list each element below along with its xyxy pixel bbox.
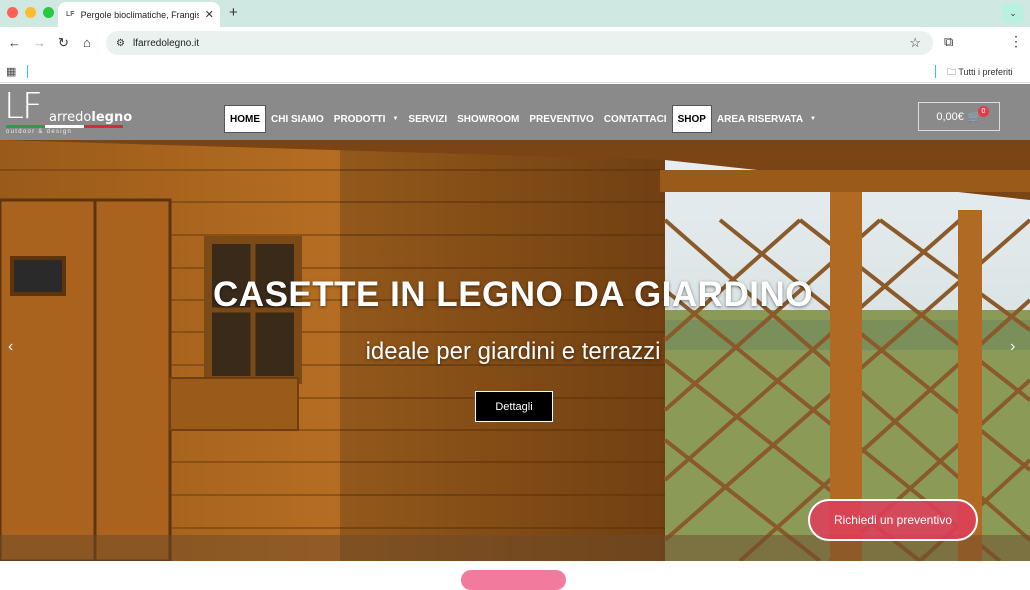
menu-item-home[interactable]: HOME [224, 105, 266, 133]
more-icon[interactable]: ⋮ [1009, 33, 1023, 50]
main-menu: HOME CHI SIAMO PRODOTTI ▼ SERVIZI SHOWROO… [224, 105, 821, 133]
tab-search-button[interactable]: ⌄ [1002, 3, 1024, 23]
bookmarks-bar: ▦ 🗀 Tutti i preferiti [0, 60, 1030, 83]
back-icon[interactable]: ← [8, 35, 21, 50]
star-icon[interactable]: ☆ [909, 35, 921, 51]
hero-title: CASETTE IN LEGNO DA GIARDINO [213, 275, 813, 314]
logo-tagline: outdoor & design [6, 129, 73, 135]
menu-item-shop[interactable]: SHOP [671, 105, 712, 133]
cart-total: 0,00€ [936, 110, 964, 123]
cart-count-badge: 0 [978, 106, 989, 117]
forward-icon[interactable]: → [33, 35, 46, 50]
plus-icon[interactable]: + [229, 4, 238, 21]
partial-pink-button[interactable] [461, 570, 566, 590]
browser-tab[interactable]: LF Pergole bioclimatiche, Frangisole ✕ [58, 2, 220, 27]
close-icon[interactable]: ✕ [205, 8, 214, 21]
bookmarks-folder-label: Tutti i preferiti [958, 67, 1013, 77]
hero-subtitle: ideale per giardini e terrazzi [365, 338, 661, 365]
home-icon[interactable]: ⌂ [83, 35, 91, 50]
tab-title: Pergole bioclimatiche, Frangisole [80, 9, 199, 20]
minimize-window-button[interactable] [25, 7, 36, 18]
chevron-down-icon: ▼ [392, 116, 399, 122]
maximize-window-button[interactable] [43, 7, 54, 18]
close-window-button[interactable] [7, 7, 18, 18]
menu-item-prodotti[interactable]: PRODOTTI ▼ [329, 105, 404, 133]
slider-next-icon[interactable]: › [1010, 338, 1015, 356]
folder-icon: 🗀 [947, 67, 957, 77]
logo-flag-stripe [6, 125, 123, 128]
cart-button[interactable]: 0,00€ 🛒 0 [918, 102, 1000, 131]
browser-tab-strip: LF Pergole bioclimatiche, Frangisole ✕ +… [0, 0, 1030, 27]
site-settings-icon[interactable]: ⚙ [116, 38, 125, 49]
apps-icon[interactable]: ▦ [6, 65, 16, 78]
window-controls [7, 7, 54, 18]
menu-item-showroom[interactable]: SHOWROOM [452, 105, 524, 133]
details-button[interactable]: Dettagli [475, 391, 553, 422]
browser-toolbar: ← → ↻ ⌂ ⚙ lfarredolegno.it ☆ ⧉ ⋮ [0, 27, 1030, 60]
bookmarks-folder[interactable]: 🗀 Tutti i preferiti [947, 65, 1013, 81]
logo-wordmark: arredolegno [49, 110, 133, 125]
extensions-icon[interactable]: ⧉ [944, 34, 953, 50]
site-header: LF arredolegno outdoor & design HOME CHI… [0, 84, 1030, 140]
request-quote-button[interactable]: Richiedi un preventivo [808, 499, 978, 541]
reload-icon[interactable]: ↻ [58, 35, 69, 51]
menu-item-contattaci[interactable]: CONTATTACI [599, 105, 672, 133]
slider-prev-icon[interactable]: ‹ [8, 338, 13, 356]
url-text: lfarredolegno.it [132, 37, 200, 49]
bookmarks-divider [27, 65, 28, 78]
logo-mark: LF [4, 86, 43, 127]
menu-item-area-riservata[interactable]: AREA RISERVATA ▼ [712, 105, 821, 133]
chevron-down-icon: ▼ [810, 116, 816, 122]
hero-slider: CASETTE IN LEGNO DA GIARDINO ideale per … [0, 140, 1030, 561]
site-logo[interactable]: LF arredolegno outdoor & design [4, 86, 132, 138]
bookmarks-divider [935, 65, 936, 78]
menu-item-chi-siamo[interactable]: CHI SIAMO [266, 105, 329, 133]
menu-item-preventivo[interactable]: PREVENTIVO [524, 105, 598, 133]
address-bar[interactable]: ⚙ lfarredolegno.it ☆ [106, 31, 933, 55]
menu-item-servizi[interactable]: SERVIZI [403, 105, 452, 133]
tab-favicon: LF [66, 11, 75, 18]
